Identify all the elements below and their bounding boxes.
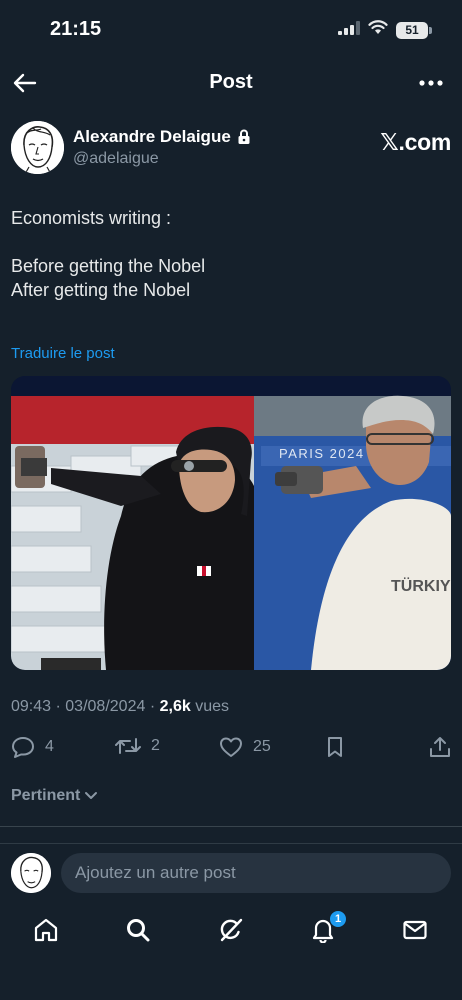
like-count: 25 xyxy=(253,738,271,755)
chevron-down-icon xyxy=(85,792,98,799)
nav-notifications[interactable]: 1 xyxy=(308,910,347,945)
meta-separator: · xyxy=(55,698,61,715)
repost-count: 2 xyxy=(151,737,160,754)
bookmark-button[interactable] xyxy=(325,736,345,758)
nav-grok[interactable] xyxy=(216,915,246,945)
post-time: 09:43 xyxy=(11,698,52,715)
share-icon xyxy=(430,737,450,757)
page-title: Post xyxy=(209,71,253,93)
lock-icon xyxy=(238,129,250,144)
reply-composer: Ajoutez un autre post xyxy=(0,843,462,901)
post-author: Alexandre Delaigue @adelaigue 𝕏.com xyxy=(11,121,451,177)
post-header: Post xyxy=(0,62,462,102)
bookmark-icon xyxy=(328,737,342,757)
jersey-text: TÜRKIYE xyxy=(391,576,451,595)
heart-icon xyxy=(220,737,242,757)
replies-sort-dropdown[interactable]: Pertinent xyxy=(11,787,98,805)
source-badge: 𝕏.com xyxy=(380,129,451,155)
post-actions: 4 2 25 xyxy=(11,736,451,762)
author-handle[interactable]: @adelaigue xyxy=(73,150,159,168)
status-icons: 51 xyxy=(338,20,432,40)
mail-icon xyxy=(403,920,427,940)
nav-search[interactable] xyxy=(123,915,153,945)
search-icon xyxy=(127,919,150,942)
reply-icon xyxy=(12,737,34,758)
post-date: 03/08/2024 xyxy=(65,698,146,715)
post-text-line: Economists writing : xyxy=(11,208,172,228)
post-meta: 09:43 · 03/08/2024 · 2,6k vues xyxy=(11,698,229,716)
battery-icon: 51 xyxy=(396,21,432,39)
home-icon xyxy=(34,918,58,942)
paris-banner-text: PARIS 2024 xyxy=(279,446,365,461)
sort-label: Pertinent xyxy=(11,787,81,804)
nav-home[interactable] xyxy=(31,915,61,945)
divider xyxy=(0,826,462,827)
author-avatar[interactable] xyxy=(11,121,64,174)
post-text-line: After getting the Nobel xyxy=(11,280,191,300)
reply-placeholder: Ajoutez un autre post xyxy=(75,863,236,882)
post-image[interactable]: PARIS 2024 TÜRKIYE xyxy=(11,376,451,670)
status-bar: 21:15 51 xyxy=(0,0,462,60)
repost-icon xyxy=(115,738,141,754)
notification-badge: 1 xyxy=(329,910,347,928)
grok-icon xyxy=(220,918,243,942)
reply-input[interactable]: Ajoutez un autre post xyxy=(61,853,451,893)
more-options-button[interactable] xyxy=(416,70,446,96)
bottom-navigation: 1 xyxy=(0,901,462,1000)
translate-link[interactable]: Traduire le post xyxy=(11,345,115,362)
nav-messages[interactable] xyxy=(400,915,430,945)
repost-button[interactable]: 2 xyxy=(115,736,160,756)
wifi-icon xyxy=(368,20,388,40)
views-count[interactable]: 2,6k xyxy=(160,698,191,715)
post-text-line: Before getting the Nobel xyxy=(11,256,206,276)
post-text: Economists writing : Before getting the … xyxy=(11,206,451,302)
meta-separator: · xyxy=(149,698,156,715)
post-text-line xyxy=(11,230,451,254)
status-time: 21:15 xyxy=(50,18,102,40)
reply-button[interactable]: 4 xyxy=(11,736,54,758)
signal-icon xyxy=(338,20,360,40)
views-label: vues xyxy=(195,698,229,715)
more-dots-icon xyxy=(419,80,443,86)
reply-count: 4 xyxy=(45,738,54,755)
like-button[interactable]: 25 xyxy=(219,736,271,758)
author-name[interactable]: Alexandre Delaigue xyxy=(73,127,231,147)
share-button[interactable] xyxy=(429,736,451,758)
author-name-row[interactable]: Alexandre Delaigue xyxy=(73,127,251,147)
user-avatar[interactable] xyxy=(11,853,51,893)
